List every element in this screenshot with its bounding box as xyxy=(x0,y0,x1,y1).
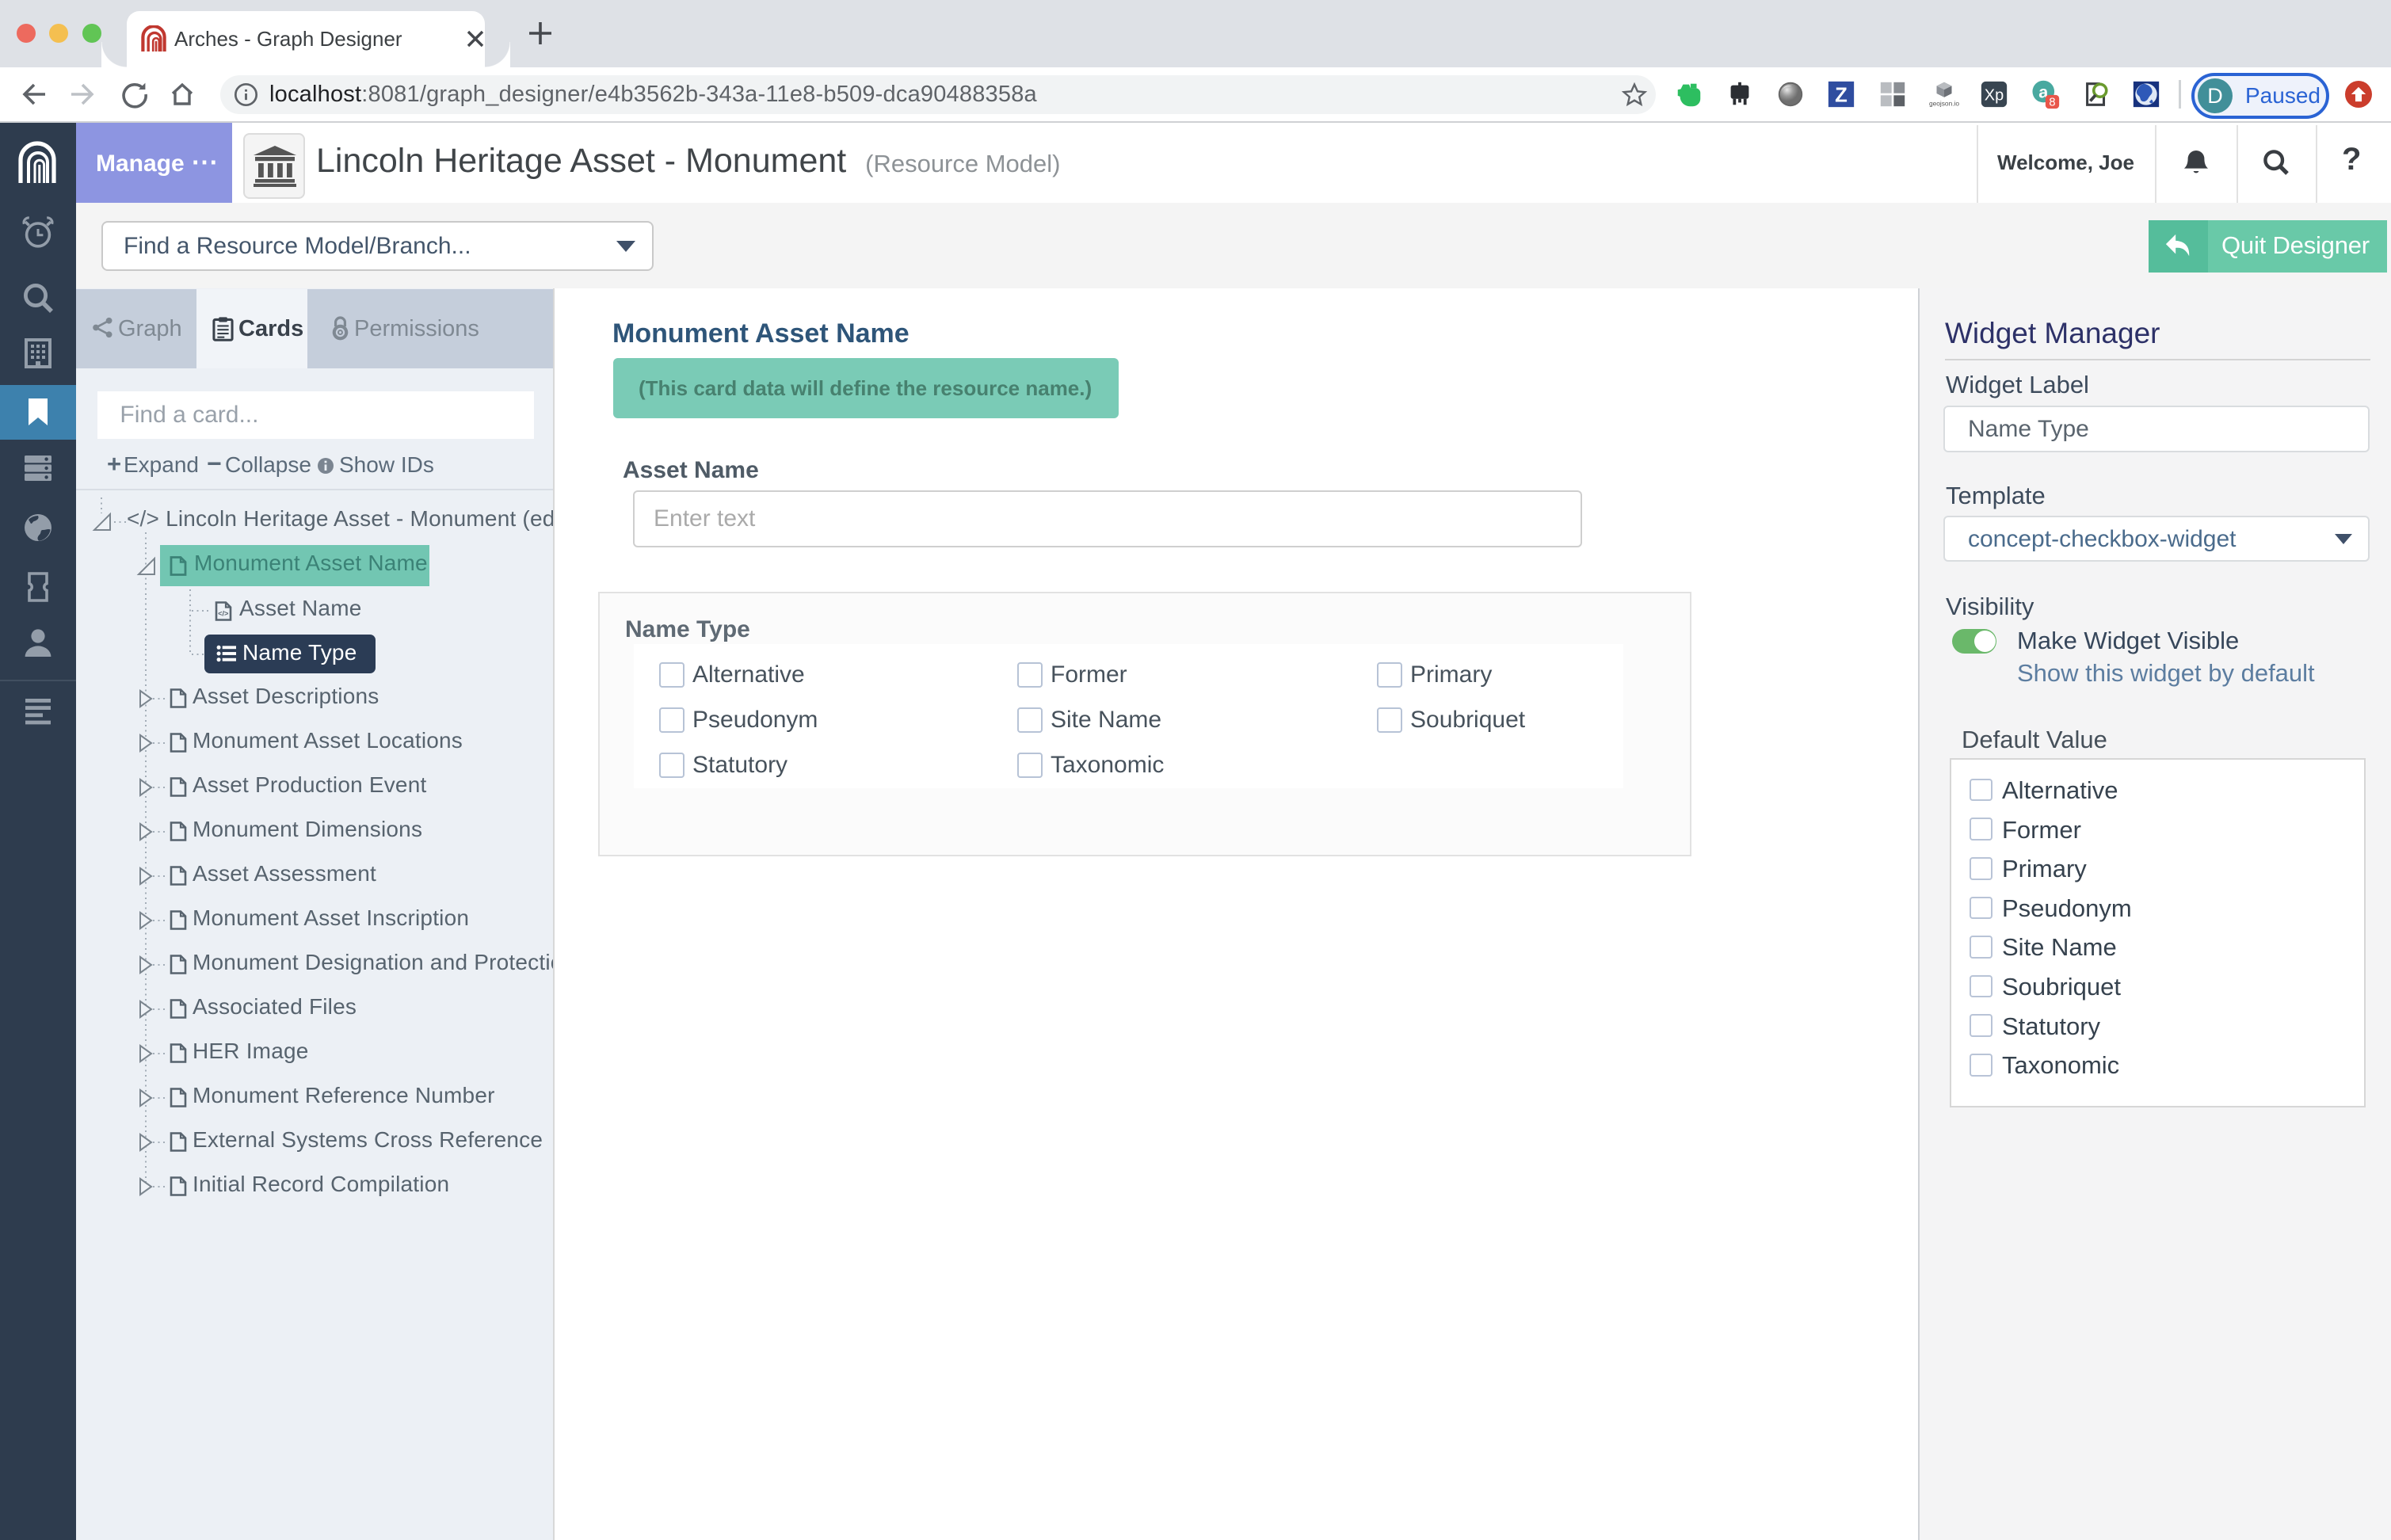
svg-text:Xp: Xp xyxy=(1985,87,2004,105)
svg-text:geojson.io: geojson.io xyxy=(1929,99,1959,107)
svg-text:8: 8 xyxy=(2049,97,2055,109)
svg-text:Z: Z xyxy=(1835,85,1848,107)
